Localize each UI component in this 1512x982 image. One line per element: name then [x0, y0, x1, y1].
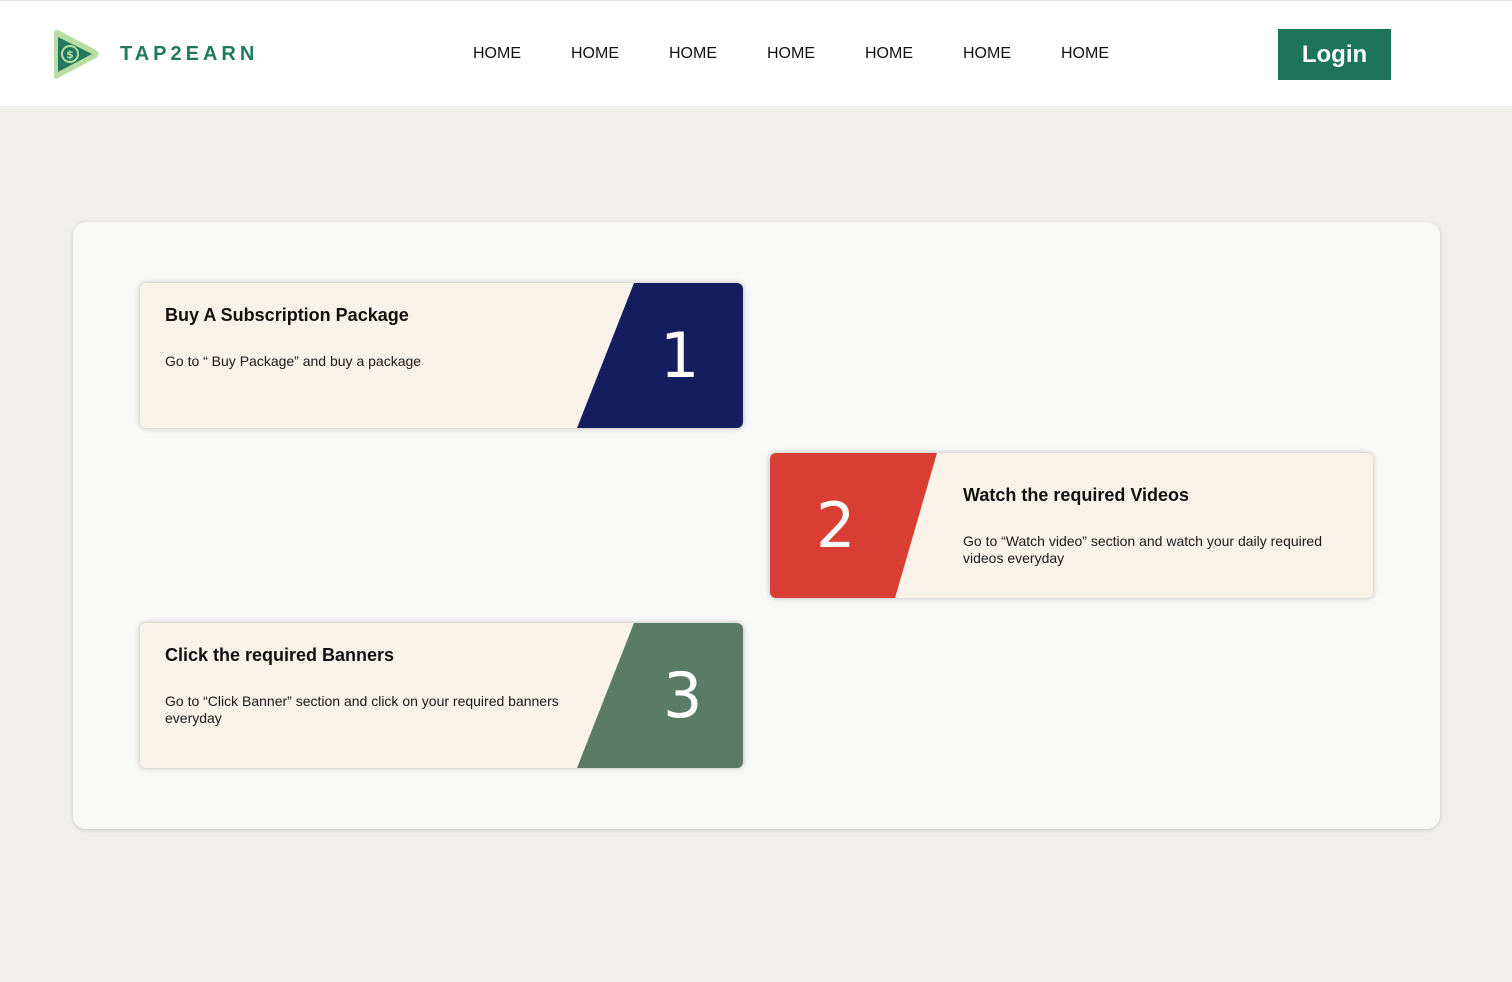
step-description: Go to “Watch video” section and watch yo… [963, 533, 1322, 566]
nav-item-home-5[interactable]: HOME [865, 45, 913, 63]
login-button[interactable]: Login [1278, 29, 1391, 80]
brand[interactable]: $ TAP2EARN [50, 27, 258, 82]
step-number: 2 [816, 489, 856, 562]
svg-text:$: $ [66, 48, 74, 61]
main-nav: HOME HOME HOME HOME HOME HOME HOME [473, 45, 1109, 63]
step-number: 3 [663, 659, 703, 732]
nav-item-home-1[interactable]: HOME [473, 45, 521, 63]
step-number: 1 [660, 319, 700, 392]
step-description: Go to “ Buy Package” and buy a package [165, 353, 422, 369]
nav-item-home-3[interactable]: HOME [669, 45, 717, 63]
step-title: Click the required Banners [165, 645, 395, 665]
nav-item-home-2[interactable]: HOME [571, 45, 619, 63]
steps-panel: Buy A Subscription Package Go to “ Buy P… [73, 222, 1440, 829]
step-title: Watch the required Videos [963, 485, 1190, 505]
brand-name: TAP2EARN [120, 43, 259, 65]
step-card-3: Click the required Banners Go to “Click … [140, 623, 743, 768]
top-navbar: $ TAP2EARN HOME HOME HOME HOME HOME HOME… [0, 0, 1512, 106]
step-card-1: Buy A Subscription Package Go to “ Buy P… [140, 283, 743, 428]
step-title: Buy A Subscription Package [165, 305, 409, 325]
step-description: Go to “Click Banner” section and click o… [165, 693, 559, 726]
nav-item-home-6[interactable]: HOME [963, 45, 1011, 63]
step-card-2: 2 Watch the required Videos Go to “Watch… [770, 453, 1373, 598]
nav-item-home-4[interactable]: HOME [767, 45, 815, 63]
nav-item-home-7[interactable]: HOME [1061, 45, 1109, 63]
play-dollar-icon: $ [54, 29, 99, 79]
step-number-block [577, 623, 743, 768]
